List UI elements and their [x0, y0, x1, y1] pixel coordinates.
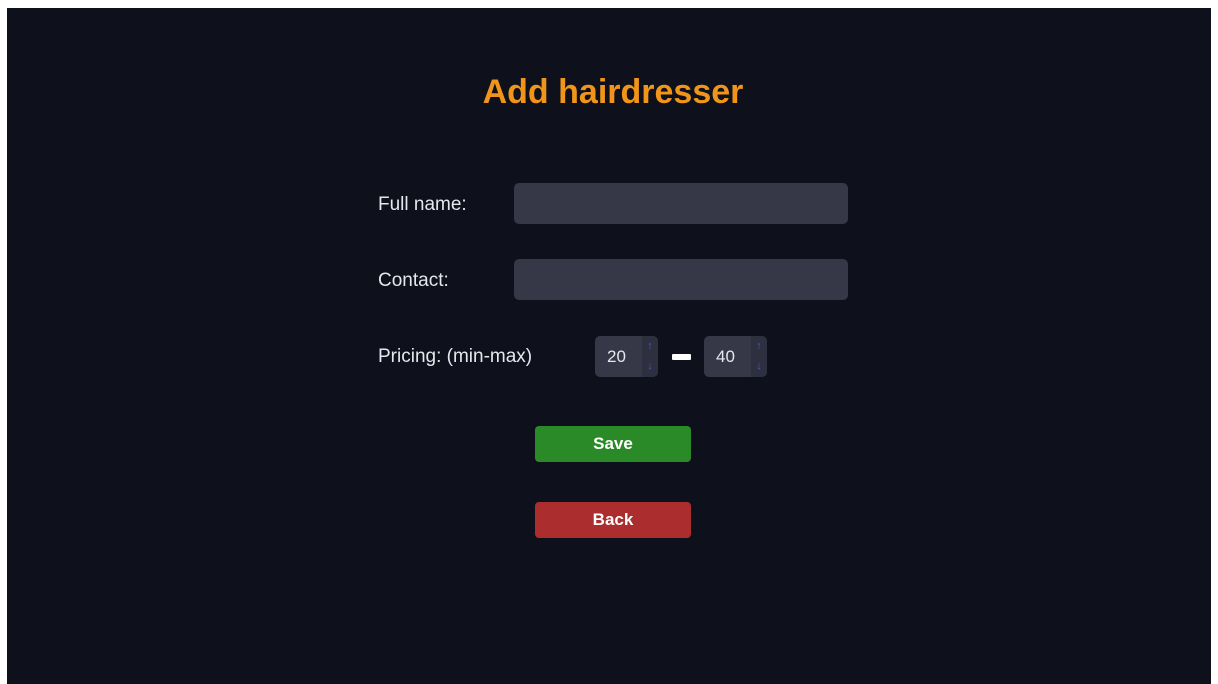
- pricing-label: Pricing: (min-max): [378, 346, 533, 367]
- arrow-up-icon: ↑: [647, 339, 653, 352]
- pricing-min-value[interactable]: 20: [607, 336, 626, 377]
- max-increment-button[interactable]: ↑: [751, 336, 767, 357]
- pricing-max-value[interactable]: 40: [716, 336, 735, 377]
- min-decrement-button[interactable]: ↓: [642, 356, 658, 377]
- pricing-max-stepper[interactable]: 40 ↑ ↓: [704, 336, 767, 377]
- full-name-label: Full name:: [378, 194, 467, 215]
- contact-label: Contact:: [378, 270, 449, 291]
- arrow-down-icon: ↓: [647, 360, 653, 373]
- arrow-up-icon: ↑: [756, 339, 762, 352]
- max-decrement-button[interactable]: ↓: [751, 356, 767, 377]
- min-increment-button[interactable]: ↑: [642, 336, 658, 357]
- page-title: Add hairdresser: [482, 73, 744, 111]
- back-button[interactable]: Back: [535, 502, 691, 538]
- save-button[interactable]: Save: [535, 426, 691, 462]
- full-name-input[interactable]: [514, 183, 848, 224]
- pricing-min-stepper[interactable]: 20 ↑ ↓: [595, 336, 658, 377]
- add-hairdresser-window: Add hairdresser Full name: Contact: Pric…: [7, 8, 1211, 684]
- range-separator: [672, 354, 691, 360]
- contact-input[interactable]: [514, 259, 848, 300]
- arrow-down-icon: ↓: [756, 360, 762, 373]
